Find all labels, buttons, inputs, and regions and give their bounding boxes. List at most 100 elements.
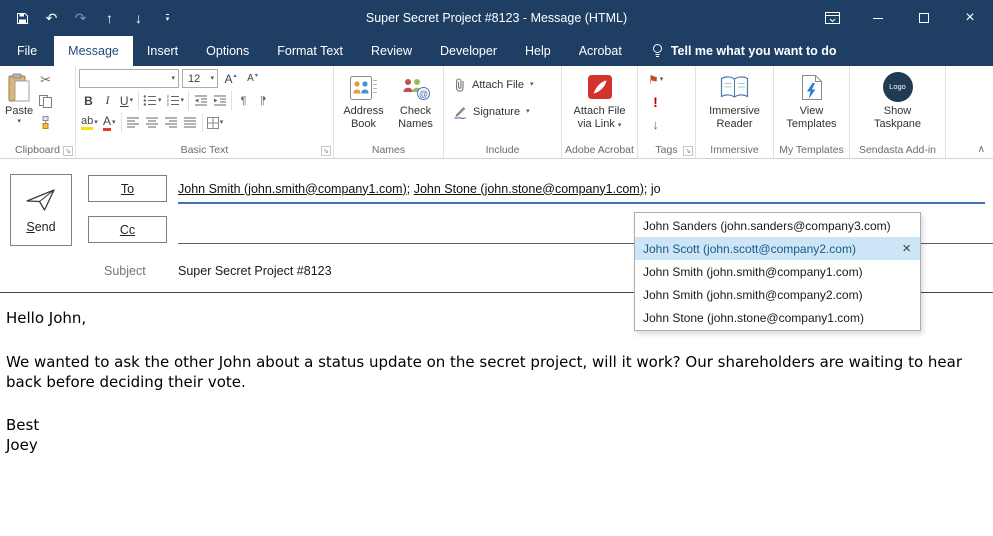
ribbon: Paste ▾ ✂ Clipboard⇘ ▾ 12▾ A▴ <box>0 66 993 159</box>
save-button[interactable] <box>8 4 37 32</box>
show-taskpane-button[interactable]: Logo Show Taskpane <box>865 68 931 142</box>
tab-review[interactable]: Review <box>357 36 426 66</box>
divider <box>202 113 203 132</box>
tab-message-label: Message <box>68 44 119 58</box>
tab-format-text[interactable]: Format Text <box>263 36 357 66</box>
font-size-combo[interactable]: 12▾ <box>182 69 218 88</box>
copy-button[interactable] <box>36 91 55 111</box>
numbering-button[interactable]: ▾ <box>164 91 187 111</box>
customize-qat-button[interactable]: ▾ <box>153 4 182 32</box>
signature-icon <box>453 105 467 119</box>
subject-field[interactable]: Super Secret Project #8123 <box>178 258 332 284</box>
basic-text-dialog-launcher[interactable]: ⇘ <box>321 146 331 156</box>
recipient: John Smith (john.smith@company1.com) <box>178 182 407 196</box>
ltr-paragraph-icon: ¶ <box>241 95 247 107</box>
format-painter-button[interactable] <box>36 112 55 132</box>
font-color-button[interactable]: A▾ <box>100 113 119 133</box>
tab-options[interactable]: Options <box>192 36 263 66</box>
svg-text:@: @ <box>419 89 428 99</box>
attach-file-via-link-button[interactable]: Attach File via Link ▾ <box>566 68 634 142</box>
minimize-button[interactable] <box>855 0 901 36</box>
bullets-button[interactable]: ▾ <box>141 91 164 111</box>
italic-button[interactable]: I <box>98 91 117 111</box>
left-to-right-button[interactable]: ¶ <box>234 91 253 111</box>
font-name-combo[interactable]: ▾ <box>79 69 179 88</box>
copy-icon <box>39 95 52 108</box>
my-templates-group-label: My Templates <box>779 144 844 156</box>
tab-message[interactable]: Message <box>54 36 133 66</box>
check-names-button[interactable]: @ Check Names <box>392 68 440 142</box>
align-left-button[interactable] <box>124 113 143 133</box>
underline-caret: ▾ <box>130 97 134 105</box>
autocomplete-item[interactable]: John Stone (john.stone@company1.com) <box>635 306 920 329</box>
quick-access-toolbar: ↶ ↷ ↑ ↓ ▾ <box>0 4 182 32</box>
tab-help[interactable]: Help <box>511 36 565 66</box>
close-button[interactable]: × <box>947 0 993 36</box>
attach-file-caret: ▾ <box>530 81 534 89</box>
immersive-reader-button[interactable]: Immersive Reader <box>701 68 769 142</box>
grow-font-button[interactable]: A▴ <box>221 69 240 89</box>
high-importance-button[interactable]: ! <box>646 92 665 112</box>
clipboard-dialog-launcher[interactable]: ⇘ <box>63 146 73 156</box>
close-icon: × <box>965 9 974 27</box>
decrease-indent-icon <box>194 95 208 106</box>
tell-me-search[interactable]: Tell me what you want to do <box>652 36 837 66</box>
ribbon-display-options-button[interactable] <box>809 0 855 36</box>
tab-insert[interactable]: Insert <box>133 36 192 66</box>
paste-button[interactable]: Paste ▾ <box>3 68 35 142</box>
view-templates-button[interactable]: View Templates <box>779 68 845 142</box>
underline-button[interactable]: U▾ <box>117 91 136 111</box>
align-right-button[interactable] <box>162 113 181 133</box>
bold-button[interactable]: B <box>79 91 98 111</box>
cut-button[interactable]: ✂ <box>36 70 55 90</box>
undo-button[interactable]: ↶ <box>37 4 66 32</box>
redo-button[interactable]: ↷ <box>66 4 95 32</box>
cc-button[interactable]: Cc <box>88 216 167 243</box>
immersive-reader-label: Immersive Reader <box>703 105 767 130</box>
follow-up-flag-button[interactable]: ⚑▾ <box>646 70 665 90</box>
decrease-indent-button[interactable] <box>191 91 210 111</box>
collapse-ribbon-button[interactable]: ∧ <box>978 144 985 155</box>
signature-button[interactable]: Signature ▾ <box>447 100 558 123</box>
show-taskpane-label: Show Taskpane <box>867 105 929 130</box>
increase-indent-button[interactable] <box>210 91 229 111</box>
autocomplete-item[interactable]: John Sanders (john.sanders@company3.com) <box>635 214 920 237</box>
borders-caret: ▾ <box>220 119 224 127</box>
to-field[interactable]: John Smith (john.smith@company1.com); Jo… <box>178 175 985 204</box>
divider <box>231 91 232 110</box>
view-templates-label: View Templates <box>781 105 843 130</box>
justify-button[interactable] <box>181 113 200 133</box>
low-importance-button[interactable]: ↓ <box>646 114 665 134</box>
align-right-icon <box>164 117 178 128</box>
autocomplete-item-label: John Sanders (john.sanders@company3.com) <box>643 219 891 233</box>
tags-dialog-launcher[interactable]: ⇘ <box>683 146 693 156</box>
to-button[interactable]: To <box>88 175 167 202</box>
attach-file-button[interactable]: Attach File ▾ <box>447 73 558 96</box>
send-button[interactable]: Send <box>10 174 72 246</box>
autocomplete-item-selected[interactable]: John Scott (john.scott@company2.com) × <box>635 237 920 260</box>
window-controls: × <box>809 0 993 36</box>
autocomplete-item[interactable]: John Smith (john.smith@company1.com) <box>635 260 920 283</box>
move-down-button[interactable]: ↓ <box>124 4 153 32</box>
shrink-font-button[interactable]: A▾ <box>243 69 262 89</box>
signature-caret: ▾ <box>526 108 530 116</box>
autocomplete-item[interactable]: John Smith (john.smith@company2.com) <box>635 283 920 306</box>
bullets-caret: ▾ <box>158 97 162 105</box>
tell-me-label: Tell me what you want to do <box>671 44 837 58</box>
right-to-left-button[interactable]: ¶ <box>253 91 272 111</box>
align-center-button[interactable] <box>143 113 162 133</box>
address-book-button[interactable]: Address Book <box>338 68 390 142</box>
low-importance-icon: ↓ <box>652 117 659 132</box>
maximize-button[interactable] <box>901 0 947 36</box>
divider <box>188 91 189 110</box>
remove-suggestion-icon[interactable]: × <box>902 237 911 260</box>
borders-button[interactable]: ▾ <box>205 113 226 133</box>
maximize-icon <box>919 13 929 23</box>
titlebar: ↶ ↷ ↑ ↓ ▾ Super Secret Project #8123 - M… <box>0 0 993 36</box>
text-highlight-button[interactable]: ab▾ <box>79 113 100 133</box>
tab-acrobat[interactable]: Acrobat <box>565 36 636 66</box>
tab-file[interactable]: File <box>0 36 54 66</box>
immersive-reader-icon <box>720 71 750 103</box>
move-up-button[interactable]: ↑ <box>95 4 124 32</box>
tab-developer[interactable]: Developer <box>426 36 511 66</box>
